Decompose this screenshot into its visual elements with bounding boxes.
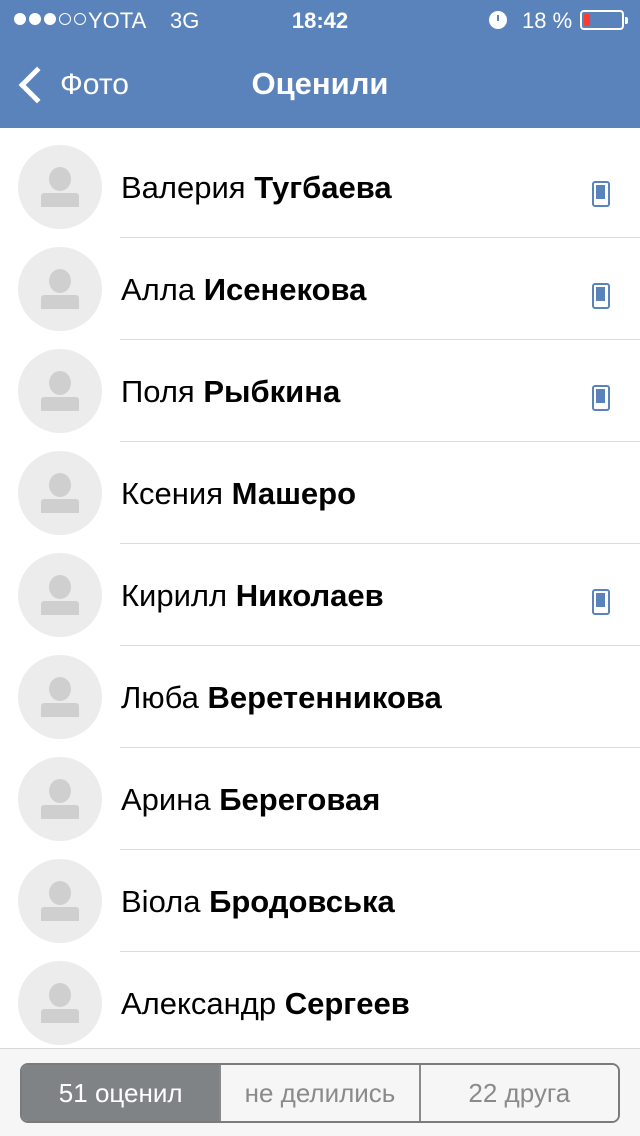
first-name: Ксения xyxy=(121,476,224,511)
battery-percent: 18 % xyxy=(522,8,573,33)
battery-level-fill xyxy=(584,14,590,26)
list-item[interactable]: Валерия Тугбаева xyxy=(0,136,640,238)
last-name: Сергеев xyxy=(284,986,410,1021)
last-name: Исенекова xyxy=(203,272,367,307)
avatar xyxy=(18,451,102,535)
first-name: Валерия xyxy=(121,170,246,205)
last-name: Тугбаева xyxy=(254,170,392,205)
list-item[interactable]: Поля Рыбкина xyxy=(0,340,640,442)
avatar xyxy=(18,961,102,1045)
user-name: Віола Бродовська xyxy=(121,884,395,920)
page-title: Оценили xyxy=(251,66,389,101)
user-name: Алла Исенекова xyxy=(121,272,366,308)
user-name: Поля Рыбкина xyxy=(121,374,340,410)
avatar xyxy=(18,247,102,331)
first-name: Кирилл xyxy=(121,578,228,613)
footer-bar: 51 оценил не делились 22 друга xyxy=(0,1048,640,1136)
first-name: Поля xyxy=(121,374,195,409)
first-name: Александр xyxy=(121,986,277,1021)
list-item[interactable]: Ксения Машеро xyxy=(0,442,640,544)
list-item[interactable]: Арина Береговая xyxy=(0,748,640,850)
last-name: Бродовська xyxy=(209,884,395,919)
navigation-header: YOTA 3G 18:42 18 % Фото Оценили xyxy=(0,0,640,128)
first-name: Люба xyxy=(121,680,199,715)
segment-tab-2[interactable]: не делились xyxy=(219,1065,419,1121)
list-item[interactable]: Віола Бродовська xyxy=(0,850,640,952)
mobile-phone-icon xyxy=(592,589,610,615)
status-bar: YOTA 3G 18:42 18 % xyxy=(0,0,640,40)
segment-tab-1[interactable]: 51 оценил xyxy=(22,1065,220,1121)
battery-icon xyxy=(580,10,628,30)
last-name: Береговая xyxy=(219,782,381,817)
avatar xyxy=(18,349,102,433)
mobile-phone-icon xyxy=(592,385,610,411)
alarm-icon xyxy=(489,11,507,29)
user-list: Валерия Тугбаева Алла Исенекова Поля Рыбки… xyxy=(0,128,640,1048)
first-name: Арина xyxy=(121,782,211,817)
user-name: Александр Сергеев xyxy=(121,986,410,1022)
last-name: Машеро xyxy=(231,476,357,511)
user-name: Ксения Машеро xyxy=(121,476,356,512)
first-name: Алла xyxy=(121,272,196,307)
list-item[interactable]: Алла Исенекова xyxy=(0,238,640,340)
last-name: Рыбкина xyxy=(203,374,341,409)
mobile-phone-icon xyxy=(592,283,610,309)
mobile-phone-icon xyxy=(592,181,610,207)
filter-segmented-control: 51 оценил не делились 22 друга xyxy=(20,1063,620,1123)
last-name: Николаев xyxy=(235,578,384,613)
avatar xyxy=(18,145,102,229)
avatar xyxy=(18,655,102,739)
last-name: Веретенникова xyxy=(207,680,442,715)
user-name: Арина Береговая xyxy=(121,782,380,818)
user-name: Люба Веретенникова xyxy=(121,680,442,716)
user-name: Валерия Тугбаева xyxy=(121,170,392,206)
first-name: Віола xyxy=(121,884,201,919)
list-item[interactable]: Люба Веретенникова xyxy=(0,646,640,748)
segment-tab-3[interactable]: 22 друга xyxy=(418,1065,618,1121)
user-name: Кирилл Николаев xyxy=(121,578,384,614)
list-item[interactable]: Александр Сергеев xyxy=(0,952,640,1048)
avatar xyxy=(18,757,102,841)
avatar xyxy=(18,553,102,637)
avatar xyxy=(18,859,102,943)
list-item[interactable]: Кирилл Николаев xyxy=(0,544,640,646)
